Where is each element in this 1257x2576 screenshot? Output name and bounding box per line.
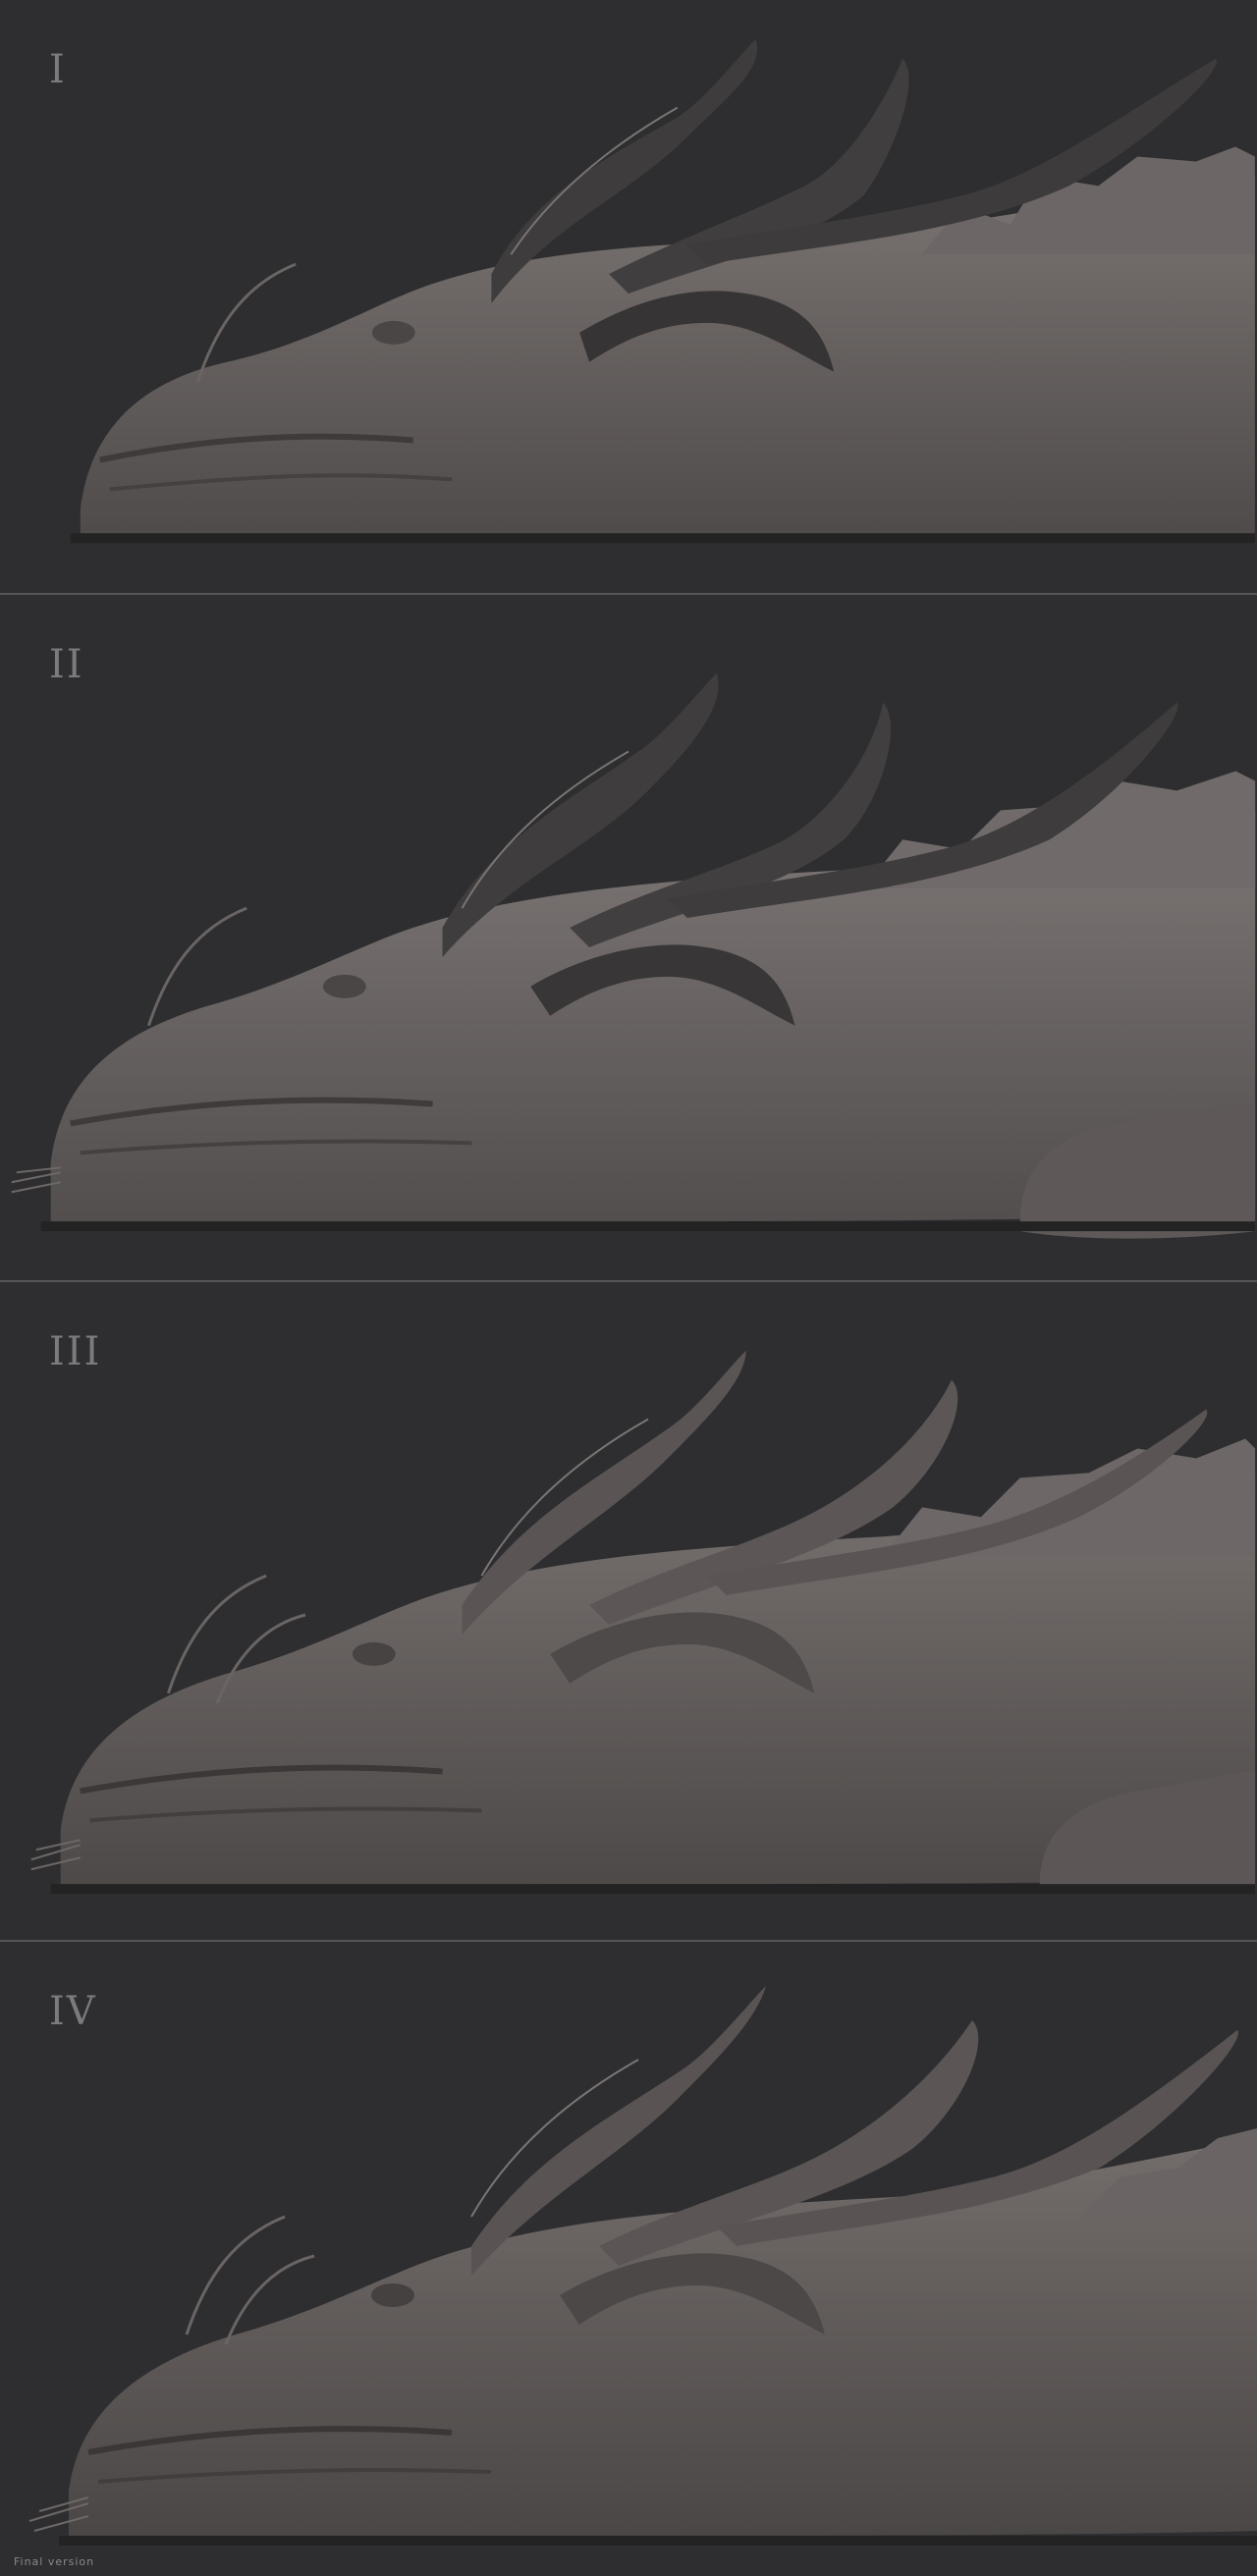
- panel-stage-3: III: [0, 1282, 1257, 1942]
- dragon-sculpt-image: [70, 38, 1255, 544]
- image-canvas: I II III IV Final version: [0, 0, 1257, 2576]
- dragon-sculpt-image: [28, 1986, 1257, 2546]
- panel-stage-2: II: [0, 595, 1257, 1282]
- panel-stage-1: I: [0, 0, 1257, 595]
- dragon-sculpt-image: [30, 1350, 1256, 1895]
- dragon-sculpt-image: [11, 672, 1256, 1239]
- caption-text: Final version: [14, 2555, 95, 2568]
- panel-stage-4: IV Final version: [0, 1942, 1257, 2576]
